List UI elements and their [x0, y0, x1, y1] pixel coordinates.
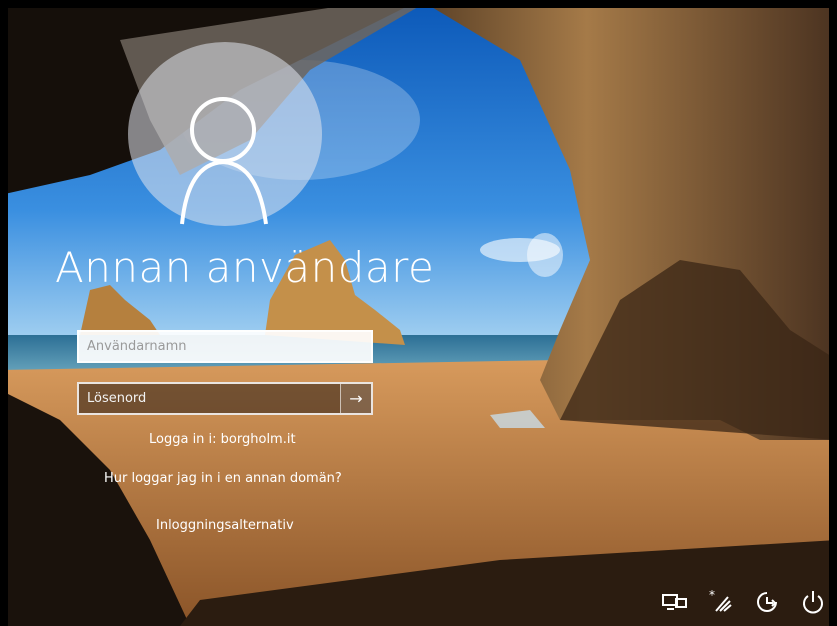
lock-screen: Annan användare → Logga in i: borgholm.i…: [0, 0, 837, 626]
username-field-box: [77, 330, 373, 363]
power-icon: [803, 591, 823, 614]
power-button[interactable]: [797, 588, 829, 616]
username-input[interactable]: [79, 332, 371, 361]
network-status-icon: [662, 594, 687, 610]
accessibility-button[interactable]: [751, 588, 783, 616]
password-field-box: →: [77, 382, 373, 415]
svg-text:*: *: [709, 589, 715, 602]
submit-arrow-button[interactable]: →: [340, 384, 371, 413]
domain-info-text: Logga in i: borgholm.it: [149, 432, 296, 447]
network-status-button[interactable]: [659, 588, 691, 616]
accessibility-icon: [757, 592, 777, 612]
user-silhouette-icon: [180, 97, 268, 225]
wallpaper-background: [0, 0, 837, 626]
signin-options-link[interactable]: Inloggningsalternativ: [156, 518, 294, 533]
system-tray: *: [659, 588, 829, 616]
user-name-title: Annan användare: [55, 243, 435, 292]
wifi-icon: *: [709, 589, 732, 612]
password-input[interactable]: [79, 384, 343, 413]
user-avatar: [128, 42, 322, 226]
other-domain-link[interactable]: Hur loggar jag in i en annan domän?: [104, 471, 342, 486]
wifi-button[interactable]: *: [705, 588, 737, 616]
